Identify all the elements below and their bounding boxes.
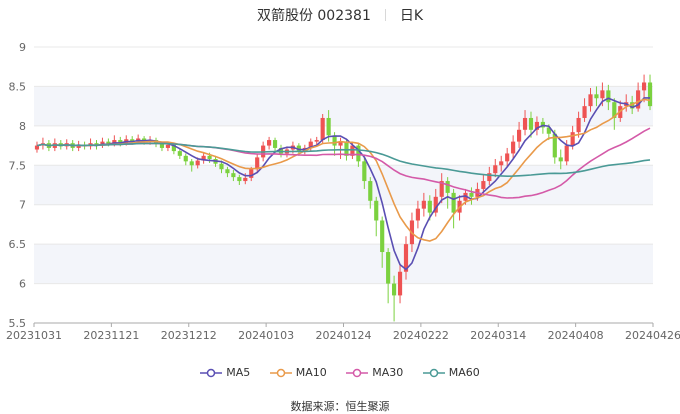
candle-body (606, 90, 611, 103)
candlestick-chart: 98.587.576.565.5 20231031 20231121 2023121… (6, 41, 680, 342)
candle-body (249, 169, 254, 178)
candle-body (386, 252, 391, 284)
candle-body (564, 145, 569, 162)
candle-body (511, 141, 516, 154)
candle-body (481, 181, 486, 189)
y-axis-ticks: 98.587.576.565.5 (9, 41, 27, 330)
candle-body (207, 155, 212, 159)
x-tick-label: 20240408 (548, 329, 604, 342)
candle-body (397, 271, 403, 296)
y-tick-label: 7.5 (9, 159, 27, 172)
x-tick-label: 20240103 (238, 329, 294, 342)
candle-body (225, 169, 230, 174)
x-axis-ticks: 20231031 20231121 20231212 20240103 20240124… (6, 323, 680, 342)
grid-band (34, 86, 653, 126)
legend-swatch-ma30 (346, 368, 369, 378)
y-tick-label: 6.5 (9, 238, 27, 251)
candle-body (582, 106, 587, 118)
candle-body (594, 94, 599, 99)
candle-body (588, 94, 593, 107)
candle-body (237, 177, 242, 182)
legend-item-ma5[interactable]: MA5 (200, 366, 250, 379)
candle-body (320, 117, 325, 141)
candle-body (445, 181, 450, 193)
legend-label-ma60: MA60 (448, 366, 480, 379)
candle-body (570, 132, 575, 146)
legend-swatch-ma5 (200, 368, 223, 378)
candle-body (231, 173, 236, 178)
candle-body (600, 90, 605, 99)
candle-body (647, 82, 653, 107)
x-tick-label: 20240124 (316, 329, 372, 342)
candle-body (177, 151, 182, 156)
candle-body (326, 117, 331, 136)
candle-body (641, 82, 647, 91)
x-tick-label: 20231031 (6, 329, 62, 342)
candle-body (516, 129, 522, 142)
candle-body (576, 117, 581, 133)
candle-body (267, 140, 272, 146)
candle-body (314, 140, 319, 142)
grid-band (34, 244, 653, 284)
candle-body (415, 208, 420, 221)
candle-body (558, 157, 563, 162)
candle-body (219, 163, 224, 170)
legend-item-ma60[interactable]: MA60 (422, 366, 480, 379)
candle-body (380, 220, 385, 253)
legend-item-ma30[interactable]: MA30 (346, 366, 403, 379)
candle-body (499, 161, 504, 166)
x-tick-label: 20231212 (161, 329, 217, 342)
candle-body (34, 145, 40, 150)
y-tick-label: 8.5 (9, 80, 27, 93)
candle-body (272, 140, 278, 148)
y-tick-label: 6 (19, 278, 26, 291)
candle-body (189, 161, 194, 166)
y-tick-label: 8 (19, 120, 26, 133)
candle-body (165, 144, 171, 148)
candle-body (493, 165, 498, 174)
candle-body (344, 141, 349, 156)
candle-body (183, 155, 188, 162)
candle-body (528, 117, 534, 130)
candle-body (374, 200, 379, 221)
legend-item-ma10[interactable]: MA10 (269, 366, 327, 379)
data-source: 数据来源：恒生聚源 (290, 400, 390, 413)
candle-body (243, 177, 248, 182)
y-tick-label: 9 (19, 41, 26, 54)
x-tick-label: 20240314 (470, 329, 526, 342)
x-tick-label: 20240426 (625, 329, 680, 342)
candle-body (368, 181, 373, 201)
legend-label-ma10: MA10 (295, 366, 327, 379)
candle-body (427, 200, 432, 213)
candle-body (195, 160, 200, 166)
legend-swatch-ma60 (422, 368, 445, 378)
legend: MA5 MA10 MA30 MA60 (0, 366, 680, 379)
candle-body (505, 153, 510, 162)
candle-body (362, 161, 367, 182)
x-tick-label: 20240222 (393, 329, 449, 342)
candle-body (469, 192, 474, 197)
candle-body (159, 143, 165, 148)
legend-label-ma30: MA30 (372, 366, 404, 379)
legend-swatch-ma10 (269, 368, 292, 378)
candle-body (522, 117, 528, 130)
y-tick-label: 7 (19, 199, 26, 212)
candle-body (392, 283, 397, 296)
candle-body (421, 200, 426, 209)
x-tick-label: 20231121 (83, 329, 139, 342)
candle-body (451, 192, 456, 213)
legend-label-ma5: MA5 (226, 366, 251, 379)
